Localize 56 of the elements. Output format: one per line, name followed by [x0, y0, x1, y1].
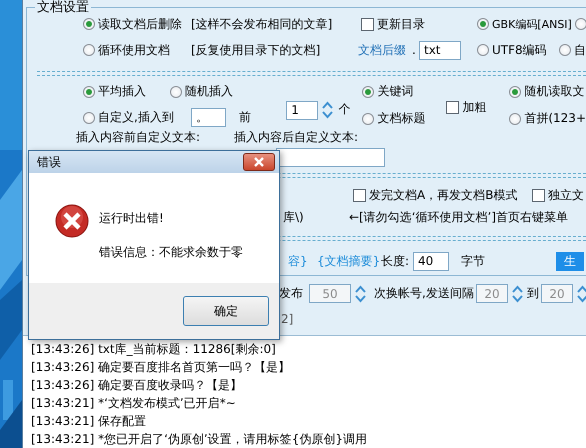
log-line: [13:43:26] txt库_当前标题：11286[剩余:0]: [31, 341, 277, 358]
label: 字节: [461, 252, 485, 270]
log-line: [13:43:21] 保存配置: [31, 413, 148, 430]
label: 发布: [279, 285, 303, 302]
log-line: [13:43:21] *‘文档发布模式’已开启*~: [31, 395, 237, 412]
input-field[interactable]: txt: [419, 40, 461, 60]
radio-button[interactable]: 循环使用文档: [83, 42, 170, 58]
label: 次换帐号,发送间隔: [374, 285, 474, 302]
input-field[interactable]: 40: [413, 252, 449, 270]
spinner-arrows-icon[interactable]: [355, 284, 366, 303]
radio-button[interactable]: 首拼(123+: [509, 110, 586, 127]
input-field[interactable]: 1: [286, 100, 318, 120]
spinner-arrows-icon[interactable]: [322, 101, 334, 119]
hint-text: ←[请勿勾选‘循环使用文档’]首页右键菜单: [349, 208, 568, 226]
error-message: 运行时出错!: [99, 210, 165, 227]
spinner-arrows-icon[interactable]: [577, 284, 586, 303]
radio-button[interactable]: 读取文档后删除: [83, 16, 182, 32]
label: 到: [527, 285, 539, 302]
checkbox[interactable]: 加粗: [446, 98, 486, 116]
note-text: [反复使用目录下的文档]: [191, 42, 320, 58]
log-line: [13:43:21] *您已开启了‘伪原创’设置，请用标签{伪原创}调用: [31, 431, 368, 448]
group-title: 文档设置: [35, 1, 91, 15]
error-detail: 错误信息：不能求余数于零: [99, 244, 243, 261]
radio-button[interactable]: 自定义,插入到: [83, 109, 191, 126]
close-icon: [253, 157, 265, 167]
radio-button[interactable]: 自: [559, 42, 586, 58]
radio-button[interactable]: GBK编码[ANSI]: [477, 16, 572, 32]
ok-button[interactable]: 确定: [183, 296, 269, 326]
label: 插入内容前自定义文本:: [76, 128, 200, 146]
radio-button[interactable]: 随机插入: [170, 83, 233, 100]
log-line: [13:43:26] 确定要百度排名首页第一吗？【是】: [31, 359, 292, 376]
partial-text: 2]: [281, 312, 294, 326]
checkbox[interactable]: 发完文档A，再发文档B模式: [353, 186, 518, 204]
dot-text: .: [412, 43, 416, 57]
spinner-arrows-icon[interactable]: [512, 284, 523, 303]
partial-text: 库\): [283, 208, 304, 226]
label: 长度:: [381, 252, 410, 270]
radio-button[interactable]: UTF8编码: [477, 42, 547, 58]
label: 前: [239, 109, 251, 126]
label: 文档后缀: [358, 42, 406, 58]
checkbox[interactable]: 更新目录: [361, 16, 425, 32]
input-field[interactable]: 。: [191, 108, 226, 127]
error-icon: [55, 204, 89, 238]
checkbox[interactable]: 独立文: [532, 186, 584, 204]
log-line: [13:43:26] 确定要百度收录吗？【是】: [31, 377, 244, 394]
label: 个: [338, 100, 350, 118]
close-button[interactable]: [243, 153, 275, 171]
radio-button[interactable]: 关键词: [362, 83, 446, 100]
radio-button[interactable]: 随机读取文: [509, 83, 586, 100]
radio-button[interactable]: 平均插入: [83, 83, 146, 100]
input-field[interactable]: [276, 148, 385, 166]
label: 插入内容后自定义文本:: [234, 128, 358, 146]
note-text: [这样不会发布相同的文章]: [191, 16, 332, 32]
radio-button[interactable]: 文档标题: [362, 110, 446, 127]
dialog-title: 错误: [37, 154, 61, 170]
radio-button[interactable]: [575, 18, 586, 30]
